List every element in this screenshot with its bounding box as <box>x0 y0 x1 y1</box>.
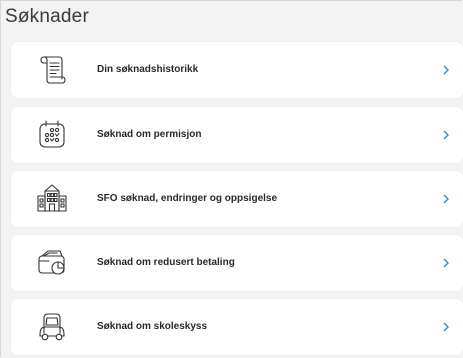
scroll-document-icon <box>40 56 66 84</box>
list-item-label: Søknad om skoleskyss <box>97 321 208 332</box>
list-item-sfo-application[interactable]: SFO søknad, endringer og oppsigelse <box>11 171 463 227</box>
chevron-right-icon <box>443 130 450 140</box>
chevron-right-icon <box>443 65 450 75</box>
list-item-label: Søknad om redusert betaling <box>97 257 235 268</box>
chevron-right-icon <box>443 258 450 268</box>
wallet-pie-chart-icon <box>38 250 65 275</box>
page-title: Søknader <box>5 6 89 27</box>
school-building-icon <box>37 184 67 212</box>
list-item-label: Din søknadshistorikk <box>97 64 199 75</box>
list-item-leave-application[interactable]: Søknad om permisjon <box>11 107 463 163</box>
car-icon <box>39 313 65 341</box>
calendar-icon <box>39 120 65 148</box>
list-item-label: Søknad om permisjon <box>97 129 202 140</box>
list-item-school-transport[interactable]: Søknad om skoleskyss <box>11 299 463 355</box>
list-item-application-history[interactable]: Din søknadshistorikk <box>11 42 463 98</box>
list-item-reduced-payment[interactable]: Søknad om redusert betaling <box>11 235 463 291</box>
list-item-label: SFO søknad, endringer og oppsigelse <box>97 193 278 204</box>
applications-page: Søknader Din søknadshistorikk Søknad om … <box>0 0 463 357</box>
chevron-right-icon <box>443 322 450 332</box>
chevron-right-icon <box>443 194 450 204</box>
